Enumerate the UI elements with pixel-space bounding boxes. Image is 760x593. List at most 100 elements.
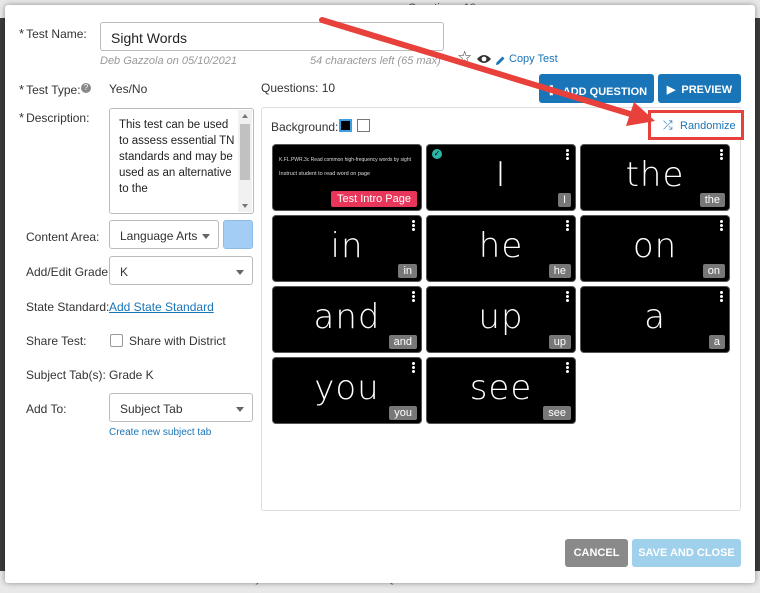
share-with-district-checkbox[interactable] (110, 334, 123, 347)
test-type-label: Test Type: (19, 82, 80, 97)
test-intro-card[interactable]: K.FL.PWR.3c Read common high-frequency w… (272, 144, 422, 211)
preview-button[interactable]: ▶ PREVIEW (658, 74, 741, 103)
question-card[interactable]: he he (426, 215, 576, 282)
scroll-thumb[interactable] (240, 124, 250, 180)
questions-panel: Background: ⤮ Randomize K.FL.PWR.3c Read… (261, 107, 744, 511)
description-textarea[interactable]: This test can be used to assess essentia… (109, 108, 254, 214)
chevron-down-icon (236, 407, 244, 412)
card-word: up (478, 297, 524, 337)
description-label: Description: (19, 110, 89, 125)
description-text: This test can be used to assess essentia… (119, 119, 235, 195)
chevron-down-icon (236, 270, 244, 275)
intro-badge: Test Intro Page (331, 191, 417, 207)
pencil-icon[interactable] (495, 53, 506, 71)
question-card[interactable]: see see (426, 357, 576, 424)
subject-tabs-label: Subject Tab(s): (26, 368, 106, 382)
content-area-color-swatch[interactable] (223, 220, 253, 249)
card-word: I (495, 155, 507, 195)
eye-icon[interactable] (476, 52, 492, 70)
add-to-select[interactable]: Subject Tab (109, 393, 253, 422)
preview-label: PREVIEW (681, 84, 733, 96)
card-tag: up (548, 335, 571, 349)
copy-test-link[interactable]: Copy Test (509, 53, 558, 65)
card-word: see (469, 368, 533, 408)
question-card[interactable]: on on (580, 215, 730, 282)
test-type-value: Yes/No (109, 82, 148, 96)
card-word: the (625, 155, 685, 195)
more-menu-icon[interactable] (412, 220, 415, 232)
card-tag: and (388, 335, 417, 349)
question-card[interactable]: a a (580, 286, 730, 353)
chevron-down-icon (202, 234, 210, 239)
share-with-district-label: Share with District (129, 334, 226, 348)
more-menu-icon[interactable] (720, 149, 723, 161)
card-tag: I (557, 193, 571, 207)
add-to-label: Add To: (26, 402, 67, 416)
more-menu-icon[interactable] (720, 291, 723, 303)
questions-count: Questions: 10 (261, 81, 336, 95)
card-tag: in (398, 264, 417, 278)
background-black-swatch[interactable] (339, 119, 352, 132)
add-to-value: Subject Tab (120, 402, 183, 416)
question-card[interactable]: you you (272, 357, 422, 424)
test-name-input[interactable]: Sight Words (100, 22, 444, 51)
randomize-label: Randomize (680, 120, 736, 132)
more-menu-icon[interactable] (566, 220, 569, 232)
play-icon: ▶ (666, 84, 676, 96)
add-state-standard-link[interactable]: Add State Standard (109, 300, 214, 314)
card-tag: a (708, 335, 725, 349)
plus-icon: ✚ (545, 83, 557, 98)
test-name-label: Test Name: (19, 26, 87, 41)
add-question-button[interactable]: ✚ ADD QUESTION (539, 74, 654, 103)
grade-label: Add/Edit Grade: (26, 265, 112, 279)
intro-line-1: K.FL.PWR.3c Read common high-frequency w… (279, 157, 411, 163)
card-tag: see (543, 406, 571, 420)
add-question-label: ADD QUESTION (562, 86, 648, 98)
share-test-label: Share Test: (26, 334, 87, 348)
scroll-down-arrow[interactable] (242, 204, 248, 208)
question-card[interactable]: in in (272, 215, 422, 282)
question-card[interactable]: and and (272, 286, 422, 353)
star-icon[interactable]: ☆ (457, 48, 472, 68)
cancel-button[interactable]: CANCEL (565, 539, 628, 567)
subject-tabs-value: Grade K (109, 368, 154, 382)
randomize-button[interactable]: ⤮ Randomize (648, 110, 744, 140)
more-menu-icon[interactable] (412, 291, 415, 303)
more-menu-icon[interactable] (412, 362, 415, 374)
state-standard-label: State Standard: (26, 300, 110, 314)
intro-line-2: Instruct student to read word on page (279, 171, 371, 177)
grade-value: K (120, 265, 129, 279)
more-menu-icon[interactable] (566, 149, 569, 161)
more-menu-icon[interactable] (566, 362, 569, 374)
author-line: Deb Gazzola on 05/10/2021 (100, 55, 237, 67)
create-subject-tab-link[interactable]: Create new subject tab (109, 427, 211, 438)
content-area-label: Content Area: (26, 230, 100, 244)
description-scrollbar[interactable] (238, 110, 252, 212)
chars-left-text: 54 characters left (65 max) (310, 55, 441, 67)
edit-test-modal: Test Name: Sight Words Deb Gazzola on 05… (5, 5, 755, 583)
help-icon[interactable]: ? (81, 83, 91, 93)
grade-select[interactable]: K (109, 256, 253, 285)
question-card[interactable]: up up (426, 286, 576, 353)
scroll-up-arrow[interactable] (242, 114, 248, 118)
card-word: on (632, 226, 678, 266)
shuffle-icon: ⤮ (663, 118, 673, 132)
card-tag: you (389, 406, 417, 420)
background-label: Background: (271, 120, 339, 134)
card-word: and (313, 297, 381, 337)
card-word: in (330, 226, 364, 266)
content-area-select[interactable]: Language Arts (109, 220, 219, 249)
question-card[interactable]: ✓ I I (426, 144, 576, 211)
card-tag: the (699, 193, 725, 207)
card-word: a (644, 297, 666, 337)
background-white-swatch[interactable] (357, 119, 370, 132)
card-word: you (314, 368, 380, 408)
question-card[interactable]: the the (580, 144, 730, 211)
more-menu-icon[interactable] (720, 220, 723, 232)
card-tag: on (702, 264, 725, 278)
save-and-close-button[interactable]: SAVE AND CLOSE (632, 539, 741, 567)
card-word: he (478, 226, 524, 266)
card-tag: he (548, 264, 571, 278)
content-area-value: Language Arts (120, 229, 198, 243)
more-menu-icon[interactable] (566, 291, 569, 303)
